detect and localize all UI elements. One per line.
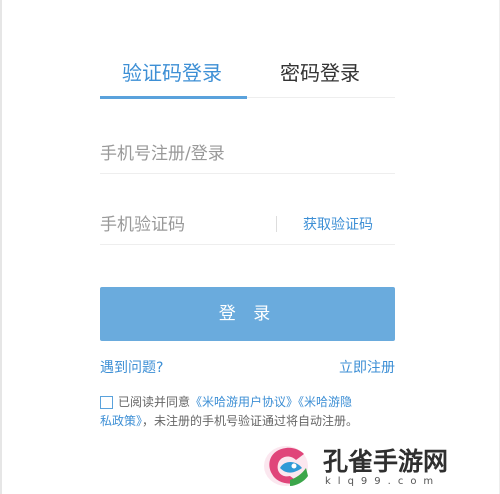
code-input-placeholder[interactable]: 手机验证码 [100,205,185,245]
agreement-prefix: 已阅读并同意 [118,395,191,409]
left-border [0,0,2,494]
login-tabs: 验证码登录 密码登录 [100,56,395,100]
code-separator [276,216,277,232]
agreement: 已阅读并同意《米哈游用户协议》《米哈游隐 私政策》，未注册的手机号验证通过将自动… [100,393,400,431]
phone-field[interactable]: 手机号注册/登录 [100,134,395,174]
tab-sms-login[interactable]: 验证码登录 [122,56,222,96]
peacock-logo-icon [264,446,308,486]
user-agreement-link[interactable]: 《米哈游用户协议》 [190,395,298,409]
agreement-line-2: 私政策》，未注册的手机号验证通过将自动注册。 [100,412,400,431]
privacy-policy-link-part1[interactable]: 《米哈游隐 [298,395,352,409]
phone-underline [100,173,395,174]
code-underline [100,244,395,245]
active-tab-indicator [100,96,247,99]
agreement-checkbox[interactable] [100,396,113,409]
watermark-url: klq99.com [325,476,441,487]
watermark: 孔雀手游网 klq99.com [255,438,500,494]
agreement-suffix: ，未注册的手机号验证通过将自动注册。 [142,414,359,428]
register-link[interactable]: 立即注册 [339,357,395,377]
help-links: 遇到问题? 立即注册 [100,357,395,377]
privacy-policy-link-part2[interactable]: 私政策》 [100,414,142,428]
agreement-line-1: 已阅读并同意《米哈游用户协议》《米哈游隐 [118,393,400,412]
code-field[interactable]: 手机验证码 获取验证码 [100,205,395,245]
get-code-button[interactable]: 获取验证码 [303,205,373,245]
login-button[interactable]: 登 录 [100,287,395,341]
phone-input-placeholder[interactable]: 手机号注册/登录 [100,134,225,174]
tab-password-login[interactable]: 密码登录 [280,56,360,96]
watermark-title: 孔雀手游网 [323,447,449,476]
help-link[interactable]: 遇到问题? [100,357,163,377]
tab-divider [247,97,395,98]
